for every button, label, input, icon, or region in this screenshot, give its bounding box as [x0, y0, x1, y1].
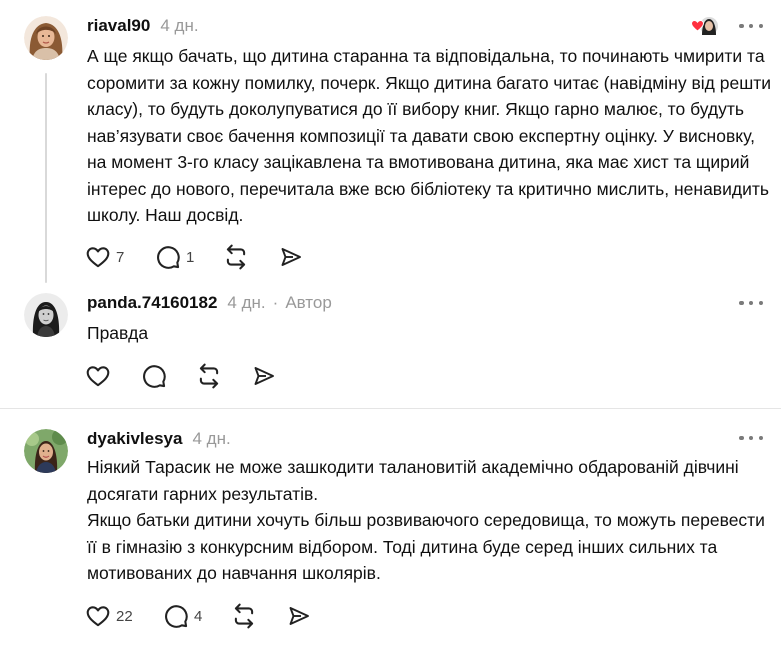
reply-button[interactable]: 4: [163, 602, 202, 630]
like-count: 7: [116, 248, 125, 266]
reply-count: 4: [194, 607, 203, 625]
reply-button[interactable]: 1: [155, 243, 194, 271]
reply-count: 1: [186, 248, 195, 266]
repost-icon: [226, 244, 246, 270]
timestamp[interactable]: 4 дн.: [227, 293, 265, 313]
heart-icon: [86, 606, 110, 627]
username[interactable]: riaval90: [87, 16, 150, 36]
post-riaval90: riaval90 4 дн. А ще якщо бачать, що дити…: [0, 0, 781, 285]
repost-icon: [234, 603, 254, 629]
repost-button[interactable]: [196, 362, 222, 390]
repost-button[interactable]: [223, 243, 249, 271]
timestamp[interactable]: 4 дн.: [160, 16, 198, 36]
post-paragraph: Якщо батьки дитини хочуть більш розвиваю…: [87, 510, 765, 583]
more-options-button[interactable]: [739, 299, 763, 307]
post-header: dyakivlesya 4 дн.: [87, 429, 231, 449]
share-icon: [254, 367, 274, 385]
timestamp[interactable]: 4 дн.: [192, 429, 230, 449]
comment-icon: [143, 365, 166, 388]
share-icon: [289, 607, 309, 625]
more-icon: [739, 435, 744, 441]
username[interactable]: dyakivlesya: [87, 429, 182, 449]
post-dyakivlesya: dyakivlesya 4 дн. Ніякий Тарасик не може…: [0, 409, 781, 650]
share-button[interactable]: [287, 602, 311, 630]
more-options-button[interactable]: [739, 434, 763, 442]
avatar[interactable]: [24, 293, 68, 337]
post-text: Ніякий Тарасик не може зашкодити таланов…: [87, 454, 767, 587]
comment-icon: [165, 605, 188, 628]
share-button[interactable]: [279, 243, 303, 271]
liked-by-author-icon: [690, 15, 720, 37]
post-header: panda.74160182 4 дн. · Автор: [87, 293, 332, 313]
like-button[interactable]: [85, 362, 111, 390]
like-count: 22: [116, 607, 133, 625]
avatar[interactable]: [24, 429, 68, 473]
avatar[interactable]: [24, 16, 68, 60]
more-options-button[interactable]: [739, 22, 763, 30]
post-text: Правда: [87, 323, 149, 343]
post-header: riaval90 4 дн.: [87, 16, 199, 36]
post-text: А ще якщо бачать, що дитина старанна та …: [87, 46, 772, 225]
like-button[interactable]: 7: [85, 243, 124, 271]
thread-line: [45, 73, 47, 283]
post-paragraph: Ніякий Тарасик не може зашкодити таланов…: [87, 457, 739, 504]
separator-dot: ·: [272, 293, 279, 312]
repost-icon: [199, 363, 219, 389]
more-icon: [739, 300, 744, 306]
heart-icon: [86, 247, 110, 268]
share-button[interactable]: [252, 362, 276, 390]
author-badge: Автор: [285, 293, 332, 312]
comment-icon: [157, 246, 180, 269]
reply-button[interactable]: [141, 362, 167, 390]
repost-button[interactable]: [231, 602, 257, 630]
share-icon: [281, 248, 301, 266]
username[interactable]: panda.74160182: [87, 293, 217, 313]
more-icon: [739, 23, 744, 29]
like-button[interactable]: 22: [85, 602, 133, 630]
post-panda: panda.74160182 4 дн. · Автор Правда: [0, 285, 781, 407]
heart-icon: [86, 366, 110, 387]
